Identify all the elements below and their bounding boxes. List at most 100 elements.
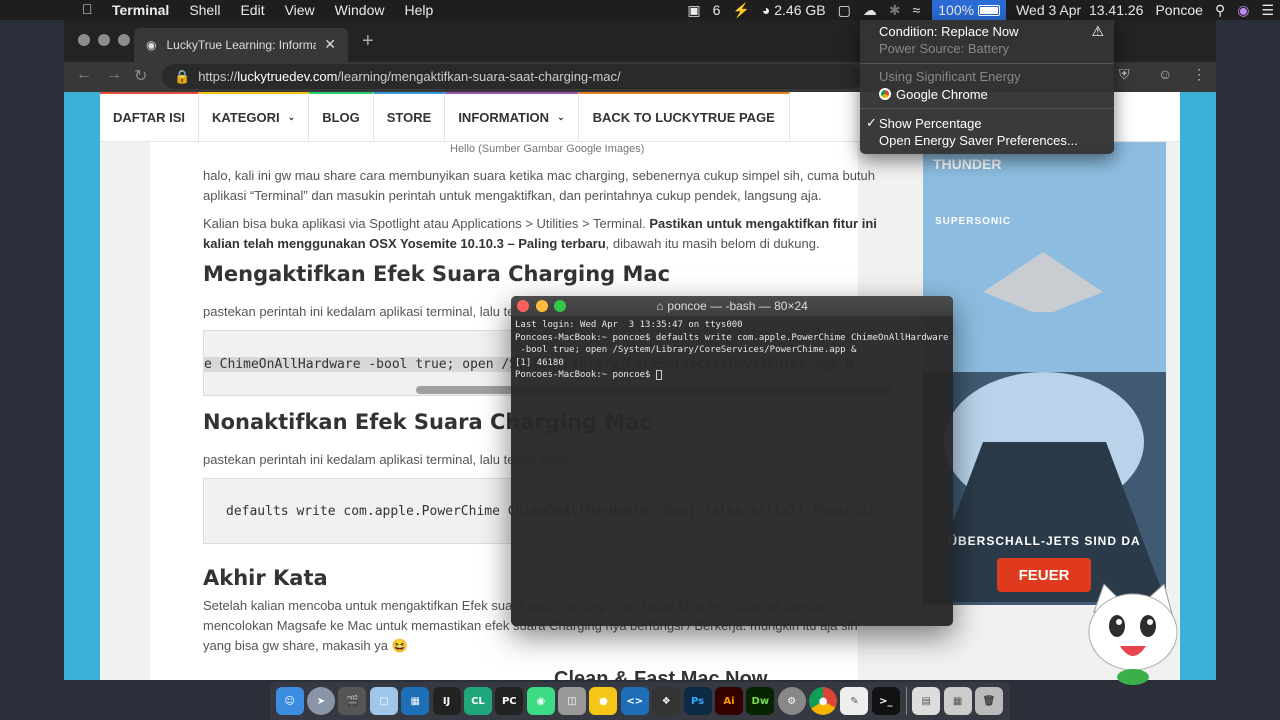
cyberduck-icon[interactable]: ● [589,687,618,715]
address-bar[interactable]: 🔒 https://luckytruedev.com/learning/meng… [162,64,862,89]
pycharm-icon[interactable]: PC [495,687,524,715]
menu-separator [860,63,1114,64]
nav-kategori-label: KATEGORI [211,110,280,125]
sequel-pro-icon[interactable]: ◫ [558,687,587,715]
notification-center-icon[interactable]: ☰ [1261,2,1274,19]
siri-icon[interactable]: ◉ [1237,2,1249,19]
nav-information[interactable]: INFORMATION ⌄ [445,91,579,142]
lightning-icon[interactable]: ⚡ [732,2,749,19]
datetime[interactable]: Wed 3 Apr 13.41.26 [1016,2,1143,18]
nav-daftar-isi[interactable]: DAFTAR ISI [100,91,199,142]
downloads-stack-icon[interactable]: ▦ [943,687,972,715]
battery-condition: Condition: Replace Now [879,24,1019,39]
cat-mascot-icon[interactable] [1084,582,1182,692]
home-folder-icon: ⌂ [656,299,664,313]
status-count[interactable]: 6 [713,2,721,18]
terminal-minimize-button[interactable] [536,300,548,312]
wifi-icon[interactable]: ≈ [913,2,921,18]
system-preferences-icon[interactable]: ⚙ [777,687,806,715]
notification-icon[interactable]: ▢ [838,2,851,19]
reload-icon[interactable]: ↻ [134,66,147,86]
bottom-ad-text[interactable]: Clean & Fast Mac Now [554,668,767,680]
terminal-titlebar[interactable]: ⌂ poncoe — -bash — 80×24 [511,296,953,316]
browser-tab[interactable]: ◉ LuckyTrue Learning: Informasi ✕ [134,28,348,62]
battery-dropdown-menu: Condition: Replace Now ⚠ Power Source: B… [860,20,1114,154]
window-zoom-button[interactable] [118,34,130,46]
sidebar-ad[interactable]: THUNDER SUPERSONIC ÜBERSCHALL-JETS SIND … [923,142,1166,605]
new-tab-button[interactable]: + [362,30,374,53]
app-name-menu[interactable]: Terminal [112,2,169,18]
instructions-tail: , dibawah itu masih belom di dukung. [605,236,820,251]
chrome-icon[interactable]: ● [809,687,838,715]
screen-record-icon[interactable]: ▣ [687,2,700,19]
battery-menu-extra[interactable]: 100% [932,0,1007,20]
photoshop-icon[interactable]: Ps [683,687,712,715]
android-studio-icon[interactable]: ◉ [526,687,555,715]
back-arrow-icon[interactable]: ← [76,66,92,84]
notes-icon[interactable]: ✎ [840,687,869,715]
bluetooth-icon[interactable]: ✱ [889,2,901,19]
intellij-icon[interactable]: IJ [432,687,461,715]
figma-icon[interactable]: ❖ [652,687,681,715]
cat-extension-icon[interactable]: ☺ [1158,66,1172,82]
trello-icon[interactable]: ▦ [401,687,430,715]
terminal-prompt-line: Poncoes-MacBook:~ poncoe$ [515,369,949,382]
tab-close-icon[interactable]: ✕ [324,36,336,53]
paragraph-instructions: Kalian bisa buka aplikasi via Spotlight … [203,214,883,254]
site-favicon-icon: ◉ [146,38,157,52]
menu-help[interactable]: Help [404,2,433,18]
nav-kategori[interactable]: KATEGORI ⌄ [198,91,310,142]
using-energy-header: Using Significant Energy [879,69,1021,84]
forward-arrow-icon[interactable]: → [106,66,122,84]
shield-extension-icon[interactable]: ⛨ [1119,66,1130,83]
chrome-icon [879,88,891,100]
image-caption: Hello (Sumber Gambar Google Images) [450,143,645,155]
url-scheme: https:// [198,69,238,84]
show-percentage-item[interactable]: Show Percentage [879,116,982,131]
apple-menu-icon[interactable]:  [82,1,93,17]
chevron-down-icon: ⌄ [557,112,565,122]
trash-icon[interactable]: 🗑 [974,687,1003,715]
memory-status[interactable]: ◕ 2.46 GB [762,2,826,18]
window-close-button[interactable] [78,34,90,46]
menu-window[interactable]: Window [335,2,385,18]
finder-icon[interactable]: ☺ [275,687,304,715]
ad-cta-button[interactable]: FEUER [997,558,1091,592]
checkmark-icon: ✓ [866,115,877,130]
window-minimize-button[interactable] [98,34,110,46]
menu-edit[interactable]: Edit [240,2,264,18]
user-name[interactable]: Poncoe [1155,2,1202,18]
menubar:  Terminal Shell Edit View Window Help ▣… [0,0,1280,20]
nav-store[interactable]: STORE [373,91,446,142]
menu-view[interactable]: View [285,2,315,18]
vscode-icon[interactable]: <> [620,687,649,715]
terminal-icon[interactable]: >_ [871,687,900,715]
terminal-line: [1] 46180 [515,357,564,368]
chevron-down-icon: ⌄ [287,112,296,122]
terminal-output[interactable]: Last login: Wed Apr 3 13:35:47 on ttys00… [511,316,953,385]
terminal-window[interactable]: ⌂ poncoe — -bash — 80×24 Last login: Wed… [511,296,953,626]
energy-app-label: Google Chrome [896,87,988,102]
illustrator-icon[interactable]: Ai [714,687,743,715]
terminal-line: Poncoes-MacBook:~ poncoe$ defaults write… [515,332,949,343]
energy-app-item[interactable]: Google Chrome [879,87,988,102]
3d-box-icon[interactable]: ▢ [369,687,398,715]
clion-icon[interactable]: CL [463,687,492,715]
dreamweaver-icon[interactable]: Dw [746,687,775,715]
nav-blog[interactable]: BLOG [309,91,374,142]
heading-enable: Mengaktifkan Efek Suara Charging Mac [203,262,671,286]
more-menu-icon[interactable]: ⋮ [1192,66,1206,83]
nav-back-to-luckytrue[interactable]: BACK TO LUCKYTRUE PAGE [578,91,790,142]
claquette-icon[interactable]: 🎬 [338,687,367,715]
ad-title: THUNDER [933,156,1002,172]
heading-conclusion: Akhir Kata [203,566,328,590]
menu-separator [860,108,1114,109]
terminal-close-button[interactable] [517,300,529,312]
open-energy-prefs-item[interactable]: Open Energy Saver Preferences... [879,133,1078,148]
cloud-icon[interactable]: ☁ [863,2,877,19]
terminal-zoom-button[interactable] [554,300,566,312]
launchpad-icon[interactable]: ➤ [307,687,336,715]
menu-shell[interactable]: Shell [189,2,220,18]
document-stack-icon[interactable]: ▤ [912,687,941,715]
spotlight-search-icon[interactable]: ⚲ [1215,2,1225,19]
